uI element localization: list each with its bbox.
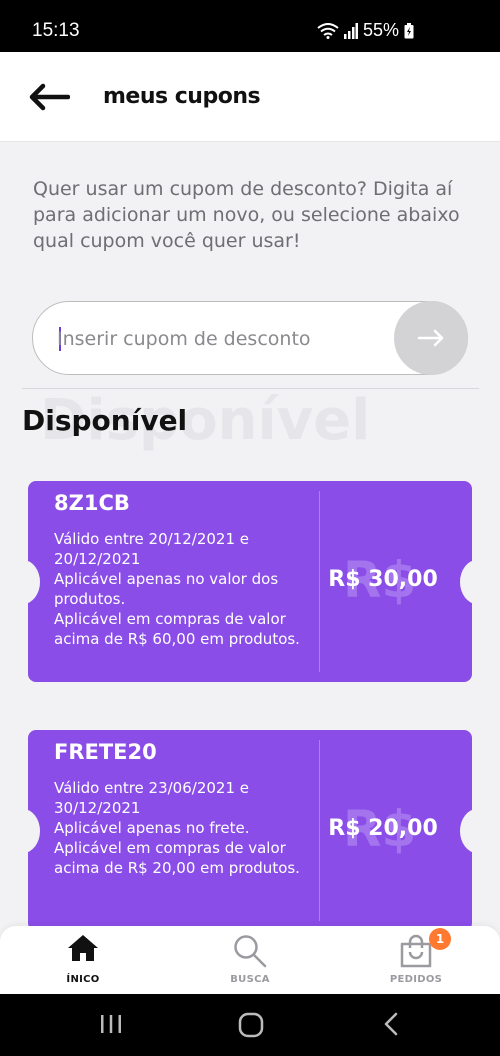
coupon-minimum: Aplicável em compras de valor acima de R… bbox=[54, 610, 300, 648]
battery-icon bbox=[404, 22, 414, 38]
coupon-notch-left bbox=[28, 560, 40, 604]
coupon-applies-to: Aplicável apenas no valor dos produtos. bbox=[54, 570, 279, 608]
submit-coupon-button[interactable] bbox=[394, 301, 468, 375]
coupon-card[interactable]: 8Z1CB Válido entre 20/12/2021 e 20/12/20… bbox=[28, 481, 472, 682]
coupon-code: 8Z1CB bbox=[54, 491, 130, 515]
intro-text: Quer usar um cupom de desconto? Digita a… bbox=[33, 178, 460, 252]
nav-orders-label: PEDIDOS bbox=[389, 974, 443, 985]
system-navigation-bar bbox=[0, 994, 500, 1056]
nav-search[interactable]: BUSCA bbox=[190, 926, 310, 994]
section-title: Disponível bbox=[22, 404, 188, 437]
nav-search-label: BUSCA bbox=[230, 974, 270, 985]
coupon-minimum: Aplicável em compras de valor acima de R… bbox=[54, 839, 300, 877]
signal-icon bbox=[343, 22, 358, 39]
recents-icon[interactable] bbox=[99, 1012, 123, 1036]
coupon-code: FRETE20 bbox=[54, 740, 157, 764]
wifi-icon bbox=[317, 22, 339, 39]
back-button[interactable] bbox=[28, 80, 74, 114]
coupon-input-container bbox=[32, 301, 468, 375]
app-bar: meus cupons bbox=[0, 52, 500, 142]
nav-orders[interactable]: 1 PEDIDOS bbox=[356, 926, 476, 994]
coupon-notch-right bbox=[460, 809, 472, 853]
coupon-value: R$ 30,00 bbox=[328, 567, 438, 592]
nav-home[interactable]: ÍNICO bbox=[23, 926, 143, 994]
coupon-validity: Válido entre 20/12/2021 e 20/12/2021 bbox=[54, 530, 249, 568]
nav-home-label: ÍNICO bbox=[66, 974, 100, 985]
coupon-validity: Válido entre 23/06/2021 e 30/12/2021 bbox=[54, 779, 249, 817]
coupon-separator bbox=[319, 740, 320, 921]
battery-percent: 55% bbox=[362, 20, 399, 40]
home-icon bbox=[68, 935, 98, 961]
home-circle-icon[interactable] bbox=[238, 1012, 264, 1038]
arrow-right-icon bbox=[417, 329, 444, 347]
coupon-value: R$ 20,00 bbox=[328, 816, 438, 841]
coupon-description: Válido entre 20/12/2021 e 20/12/2021 Apl… bbox=[54, 529, 314, 649]
orders-badge: 1 bbox=[429, 928, 451, 950]
coupon-description: Válido entre 23/06/2021 e 30/12/2021 Apl… bbox=[54, 778, 314, 878]
coupon-code-input[interactable] bbox=[57, 320, 387, 358]
coupon-applies-to: Aplicável apenas no frete. bbox=[54, 819, 250, 837]
status-icons: 55% bbox=[317, 20, 414, 41]
coupon-separator bbox=[319, 491, 320, 672]
page-title: meus cupons bbox=[103, 84, 261, 109]
coupon-card[interactable]: FRETE20 Válido entre 23/06/2021 e 30/12/… bbox=[28, 730, 472, 931]
bottom-navigation: ÍNICO BUSCA 1 PEDIDOS bbox=[0, 926, 500, 994]
coupon-notch-left bbox=[28, 809, 40, 853]
back-chevron-icon[interactable] bbox=[381, 1012, 401, 1036]
status-bar: 15:13 55% bbox=[0, 0, 500, 52]
status-time: 15:13 bbox=[32, 20, 80, 41]
coupon-notch-right bbox=[460, 560, 472, 604]
shopping-bag-icon bbox=[400, 934, 432, 968]
search-icon bbox=[234, 935, 267, 968]
back-arrow-icon bbox=[29, 83, 71, 111]
